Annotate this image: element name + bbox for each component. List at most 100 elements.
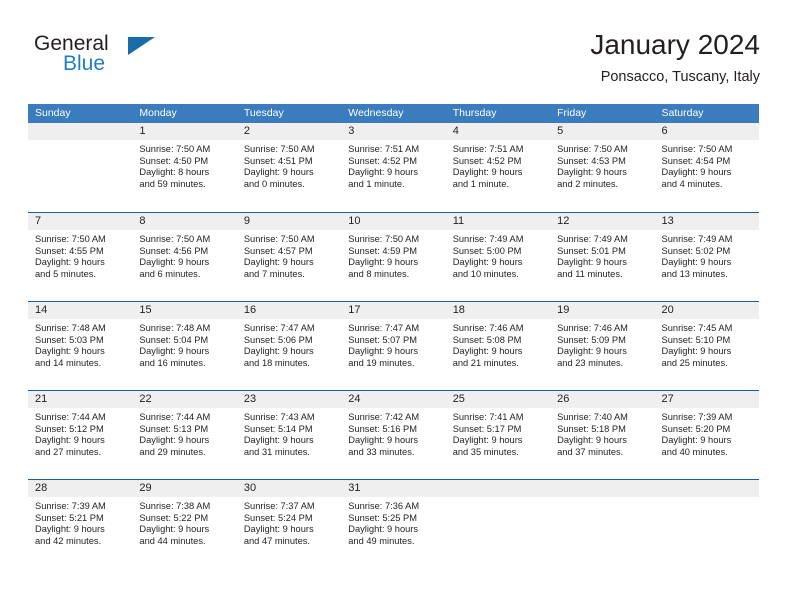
day-cell-1[interactable]: 1 Sunrise: 7:50 AM Sunset: 4:50 PM Daylight…	[132, 123, 237, 212]
day-info-line: and 25 minutes.	[661, 358, 728, 369]
page-subtitle: Ponsacco, Tuscany, Italy	[600, 69, 760, 85]
day-number-band: 9	[236, 213, 342, 230]
day-number-band: 17	[341, 302, 446, 319]
day-info-line: Sunset: 5:00 PM	[452, 245, 522, 256]
day-cell-26[interactable]: 26 Sunrise: 7:40 AM Sunset: 5:18 PM Dayligh…	[550, 391, 655, 479]
day-sun-info: Sunrise: 7:50 AM Sunset: 4:57 PM Daylight:…	[237, 230, 341, 281]
day-info-line: Daylight: 9 hours	[452, 257, 523, 268]
day-sun-info: Sunrise: 7:44 AM Sunset: 5:13 PM Daylight:…	[132, 408, 236, 459]
day-number: 11	[452, 215, 465, 227]
day-info-line: Daylight: 9 hours	[139, 346, 210, 357]
day-info-line: and 37 minutes.	[557, 447, 624, 458]
day-number: 7	[35, 215, 42, 227]
day-info-line: and 6 minutes.	[139, 269, 201, 280]
day-info-line: and 42 minutes.	[35, 536, 102, 547]
day-number-band: 22	[132, 391, 237, 408]
day-cell-9[interactable]: 9 Sunrise: 7:50 AM Sunset: 4:57 PM Daylight…	[236, 213, 342, 301]
day-sun-info: Sunrise: 7:47 AM Sunset: 5:07 PM Daylight:…	[341, 319, 445, 370]
day-cell-23[interactable]: 23 Sunrise: 7:43 AM Sunset: 5:14 PM Dayligh…	[236, 391, 342, 479]
day-number: 31	[348, 482, 361, 494]
day-cell-28[interactable]: 28 Sunrise: 7:39 AM Sunset: 5:21 PM Dayligh…	[28, 480, 133, 568]
day-info-line: Sunset: 5:21 PM	[35, 512, 104, 523]
day-cell-12[interactable]: 12 Sunrise: 7:49 AM Sunset: 5:01 PM Dayligh…	[550, 213, 655, 301]
day-info-line: Sunrise: 7:45 AM	[661, 323, 733, 333]
day-info-line: Daylight: 8 hours	[139, 167, 210, 178]
day-cell-5[interactable]: 5 Sunrise: 7:50 AM Sunset: 4:53 PM Daylight…	[550, 123, 655, 212]
day-cell-11[interactable]: 11 Sunrise: 7:49 AM Sunset: 5:00 PM Dayligh…	[445, 213, 551, 301]
day-cell-8[interactable]: 8 Sunrise: 7:50 AM Sunset: 4:56 PM Daylight…	[132, 213, 237, 301]
day-cell-19[interactable]: 19 Sunrise: 7:46 AM Sunset: 5:09 PM Dayligh…	[550, 302, 655, 390]
day-cell-10[interactable]: 10 Sunrise: 7:50 AM Sunset: 4:59 PM Dayligh…	[341, 213, 446, 301]
day-info-line: and 14 minutes.	[35, 358, 102, 369]
day-info-line: Sunset: 5:02 PM	[661, 245, 731, 256]
day-number: 18	[452, 304, 465, 316]
day-info-line: Sunrise: 7:49 AM	[661, 234, 733, 244]
day-number: 6	[661, 125, 668, 137]
title-block: January 2024 Ponsacco, Tuscany, Italy	[590, 28, 760, 87]
day-cell-30[interactable]: 30 Sunrise: 7:37 AM Sunset: 5:24 PM Dayligh…	[236, 480, 342, 568]
weekday-header-monday: Monday	[139, 107, 177, 119]
day-info-line: Sunset: 4:57 PM	[243, 245, 313, 256]
day-info-line: Sunset: 5:18 PM	[557, 423, 626, 434]
day-cell-18[interactable]: 18 Sunrise: 7:46 AM Sunset: 5:08 PM Dayligh…	[445, 302, 551, 390]
day-cell-17[interactable]: 17 Sunrise: 7:47 AM Sunset: 5:07 PM Dayligh…	[341, 302, 446, 390]
day-info-line: Sunrise: 7:39 AM	[661, 412, 733, 422]
day-number: 25	[452, 393, 465, 405]
day-number: 12	[557, 215, 570, 227]
day-info-line: Sunrise: 7:49 AM	[452, 234, 524, 244]
day-cell-6[interactable]: 6 Sunrise: 7:50 AM Sunset: 4:54 PM Daylight…	[654, 123, 759, 212]
day-info-line: Sunset: 5:22 PM	[139, 512, 209, 523]
day-info-line: and 27 minutes.	[35, 447, 102, 458]
day-cell-16[interactable]: 16 Sunrise: 7:47 AM Sunset: 5:06 PM Dayligh…	[236, 302, 342, 390]
day-sun-info	[446, 497, 550, 501]
day-info-line: Daylight: 9 hours	[139, 257, 210, 268]
day-cell-21[interactable]: 21 Sunrise: 7:44 AM Sunset: 5:12 PM Dayligh…	[28, 391, 133, 479]
day-sun-info	[28, 140, 132, 144]
day-cell-3[interactable]: 3 Sunrise: 7:51 AM Sunset: 4:52 PM Daylight…	[341, 123, 446, 212]
day-number: 8	[139, 215, 146, 227]
day-number-band: 8	[132, 213, 237, 230]
day-cell-20[interactable]: 20 Sunrise: 7:45 AM Sunset: 5:10 PM Dayligh…	[654, 302, 759, 390]
calendar-weeks: 1 Sunrise: 7:50 AM Sunset: 4:50 PM Daylight…	[28, 123, 759, 568]
day-number-band: 13	[654, 213, 759, 230]
day-cell-22[interactable]: 22 Sunrise: 7:44 AM Sunset: 5:13 PM Dayligh…	[132, 391, 237, 479]
calendar-week-row: 1 Sunrise: 7:50 AM Sunset: 4:50 PM Daylight…	[28, 123, 759, 212]
day-cell-15[interactable]: 15 Sunrise: 7:48 AM Sunset: 5:04 PM Dayligh…	[132, 302, 237, 390]
day-info-line: Sunset: 4:50 PM	[139, 155, 209, 166]
day-info-line: and 1 minute.	[452, 179, 510, 190]
day-number-band: 15	[132, 302, 237, 319]
day-cell-2[interactable]: 2 Sunrise: 7:50 AM Sunset: 4:51 PM Daylight…	[236, 123, 342, 212]
day-number-band: 27	[654, 391, 759, 408]
day-info-line: Sunrise: 7:39 AM	[35, 501, 106, 511]
day-sun-info	[655, 497, 759, 501]
day-info-line: Daylight: 9 hours	[243, 257, 314, 268]
day-info-line: and 49 minutes.	[348, 536, 415, 547]
day-number: 5	[557, 125, 564, 137]
day-cell-14[interactable]: 14 Sunrise: 7:48 AM Sunset: 5:03 PM Dayligh…	[28, 302, 133, 390]
day-cell-25[interactable]: 25 Sunrise: 7:41 AM Sunset: 5:17 PM Dayligh…	[445, 391, 551, 479]
day-info-line: Daylight: 9 hours	[661, 346, 732, 357]
day-cell-13[interactable]: 13 Sunrise: 7:49 AM Sunset: 5:02 PM Dayligh…	[654, 213, 759, 301]
day-sun-info: Sunrise: 7:47 AM Sunset: 5:06 PM Daylight:…	[237, 319, 341, 370]
day-info-line: and 44 minutes.	[139, 536, 206, 547]
weekday-header-sunday: Sunday	[35, 107, 71, 119]
day-info-line: and 18 minutes.	[243, 358, 310, 369]
day-info-line: Daylight: 9 hours	[557, 167, 627, 178]
day-info-line: Sunset: 5:13 PM	[139, 423, 209, 434]
day-sun-info: Sunrise: 7:50 AM Sunset: 4:54 PM Daylight:…	[655, 140, 759, 191]
day-info-line: Daylight: 9 hours	[243, 435, 314, 446]
day-cell-29[interactable]: 29 Sunrise: 7:38 AM Sunset: 5:22 PM Dayligh…	[132, 480, 237, 568]
day-number-band: 5	[550, 123, 655, 140]
day-info-line: Daylight: 9 hours	[452, 346, 523, 357]
day-cell-7[interactable]: 7 Sunrise: 7:50 AM Sunset: 4:55 PM Daylight…	[28, 213, 133, 301]
weekday-header-thursday: Thursday	[452, 107, 497, 119]
day-cell-31[interactable]: 31 Sunrise: 7:36 AM Sunset: 5:25 PM Dayligh…	[341, 480, 446, 568]
day-cell-4[interactable]: 4 Sunrise: 7:51 AM Sunset: 4:52 PM Daylight…	[445, 123, 551, 212]
day-number-band: 19	[550, 302, 655, 319]
day-sun-info: Sunrise: 7:48 AM Sunset: 5:03 PM Daylight:…	[28, 319, 132, 370]
brand-logo[interactable]: General Blue	[34, 32, 254, 88]
day-number: 1	[139, 125, 146, 137]
day-cell-24[interactable]: 24 Sunrise: 7:42 AM Sunset: 5:16 PM Dayligh…	[341, 391, 446, 479]
day-sun-info: Sunrise: 7:50 AM Sunset: 4:59 PM Daylight:…	[341, 230, 445, 281]
day-cell-27[interactable]: 27 Sunrise: 7:39 AM Sunset: 5:20 PM Dayligh…	[654, 391, 759, 479]
